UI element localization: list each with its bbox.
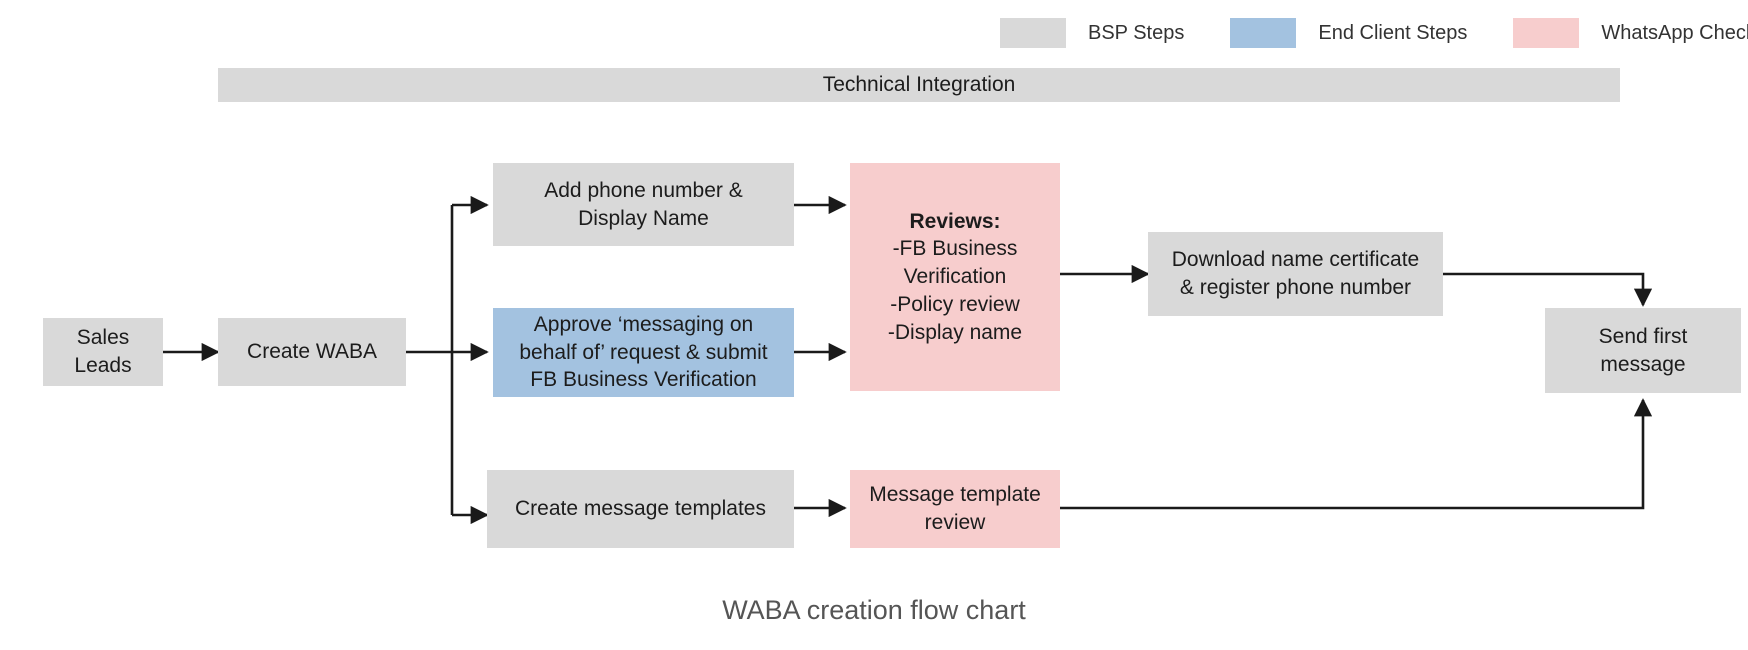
legend-item-end-client: End Client Steps: [1230, 18, 1513, 48]
legend-item-bsp: BSP Steps: [1000, 18, 1230, 48]
node-send-first-message[interactable]: Send first message: [1545, 308, 1741, 393]
node-sales-leads[interactable]: Sales Leads: [43, 318, 163, 386]
node-reviews-line-2: Verification: [903, 265, 1007, 289]
legend-swatch-end-client-icon: [1230, 18, 1297, 48]
chart-caption: WABA creation flow chart: [722, 595, 1026, 625]
legend-item-whatsapp: WhatsApp Checks: [1513, 18, 1748, 48]
legend: BSP Steps End Client Steps WhatsApp Chec…: [1000, 18, 1748, 48]
phase-bar-technical-integration: Technical Integration: [218, 68, 1620, 102]
node-approve-messaging[interactable]: Approve ‘messaging on behalf of’ request…: [493, 308, 794, 397]
node-reviews-title: Reviews:: [909, 209, 1001, 233]
node-reviews-line-1: -FB Business: [892, 237, 1018, 261]
node-reviews[interactable]: Reviews: -FB Business Verification -Poli…: [850, 163, 1060, 391]
node-create-message-templates[interactable]: Create message templates: [487, 470, 794, 548]
node-message-template-review[interactable]: Message template review: [850, 470, 1060, 548]
legend-swatch-whatsapp-icon: [1513, 18, 1580, 48]
node-download-certificate[interactable]: Download name certificate & register pho…: [1148, 232, 1443, 316]
wire-review-to-send: [1060, 398, 1653, 510]
wire-download-to-send: [1443, 272, 1653, 307]
node-reviews-line-3: -Policy review: [890, 292, 1020, 316]
legend-label-end-client: End Client Steps: [1318, 21, 1468, 44]
legend-label-whatsapp: WhatsApp Checks: [1601, 21, 1748, 44]
phase-bar-label: Technical Integration: [822, 73, 1016, 96]
node-reviews-line-4: -Display name: [887, 320, 1023, 344]
node-add-phone-number[interactable]: Add phone number & Display Name: [493, 163, 794, 246]
node-create-waba[interactable]: Create WABA: [218, 318, 406, 386]
legend-label-bsp: BSP Steps: [1088, 21, 1185, 44]
flowchart-canvas: BSP Steps End Client Steps WhatsApp Chec…: [0, 0, 1748, 650]
legend-swatch-bsp-icon: [1000, 18, 1066, 48]
